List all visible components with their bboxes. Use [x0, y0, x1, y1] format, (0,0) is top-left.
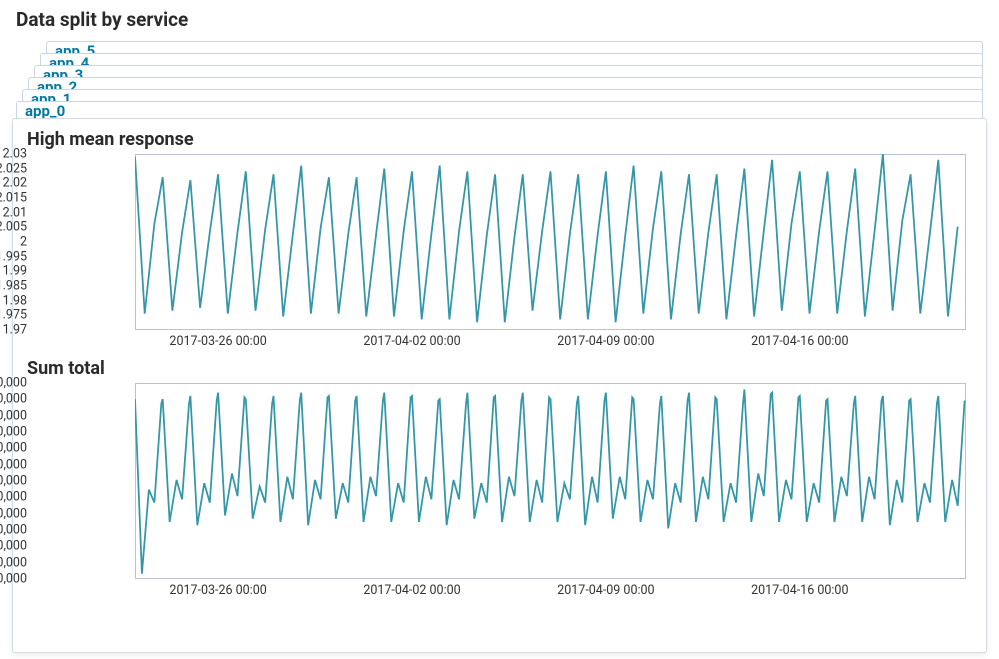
- active-panel: High mean response 2.032.0252.022.0152.0…: [12, 118, 987, 653]
- y-tick-label: 1.985: [0, 279, 27, 294]
- chart-high-mean-response: High mean response 2.032.0252.022.0152.0…: [27, 129, 972, 354]
- chart-title-1: Sum total: [27, 358, 972, 379]
- y-tick-label: 1.97: [0, 323, 27, 338]
- y-tick-label: 5,500,000: [0, 441, 27, 456]
- x-tick-label: 2017-04-02 00:00: [363, 583, 460, 598]
- chart-title-0: High mean response: [27, 129, 972, 150]
- y-tick-label: 2,000,000: [0, 555, 27, 570]
- y-tick-label: 4,000,000: [0, 490, 27, 505]
- x-tick-label: 2017-04-16 00:00: [751, 334, 848, 349]
- y-tick-label: 1.98: [0, 293, 27, 308]
- y-tick-label: 2,500,000: [0, 539, 27, 554]
- y-tick-label: 1.99: [0, 264, 27, 279]
- series-line: [135, 154, 958, 322]
- y-tick-label: 1.975: [0, 308, 27, 323]
- y-tick-label: 2.005: [0, 220, 27, 235]
- y-tick-label: 2: [0, 235, 27, 250]
- y-tick-label: 2.01: [0, 205, 27, 220]
- y-tick-label: 6,000,000: [0, 425, 27, 440]
- x-tick-label: 2017-04-09 00:00: [557, 583, 654, 598]
- x-tick-label: 2017-03-26 00:00: [169, 334, 266, 349]
- x-tick-label: 2017-04-09 00:00: [557, 334, 654, 349]
- y-tick-label: 7,000,000: [0, 392, 27, 407]
- y-tick-label: 2.015: [0, 191, 27, 206]
- y-tick-label: 2.03: [0, 147, 27, 162]
- y-tick-label: 1,500,000: [0, 572, 27, 587]
- y-tick-label: 6,500,000: [0, 408, 27, 423]
- y-tick-label: 3,000,000: [0, 523, 27, 538]
- y-tick-label: 2.02: [0, 176, 27, 191]
- chart-sum-total: Sum total 7,500,0007,000,0006,500,0006,0…: [27, 358, 972, 603]
- y-tick-label: 2.025: [0, 161, 27, 176]
- x-tick-label: 2017-04-02 00:00: [363, 334, 460, 349]
- chart-plot-1[interactable]: 7,500,0007,000,0006,500,0006,000,0005,50…: [27, 383, 972, 603]
- x-tick-label: 2017-03-26 00:00: [169, 583, 266, 598]
- y-tick-label: 4,500,000: [0, 474, 27, 489]
- y-tick-label: 7,500,000: [0, 376, 27, 391]
- y-tick-label: 1.995: [0, 249, 27, 264]
- y-tick-label: 5,000,000: [0, 457, 27, 472]
- tab-stack: app_5 app_4 app_3 app_2 app_1 app_0: [16, 41, 983, 121]
- y-tick-label: 3,500,000: [0, 506, 27, 521]
- page-title: Data split by service: [0, 0, 999, 41]
- series-line: [135, 389, 965, 573]
- x-tick-label: 2017-04-16 00:00: [751, 583, 848, 598]
- chart-plot-0[interactable]: 2.032.0252.022.0152.012.00521.9951.991.9…: [27, 154, 972, 354]
